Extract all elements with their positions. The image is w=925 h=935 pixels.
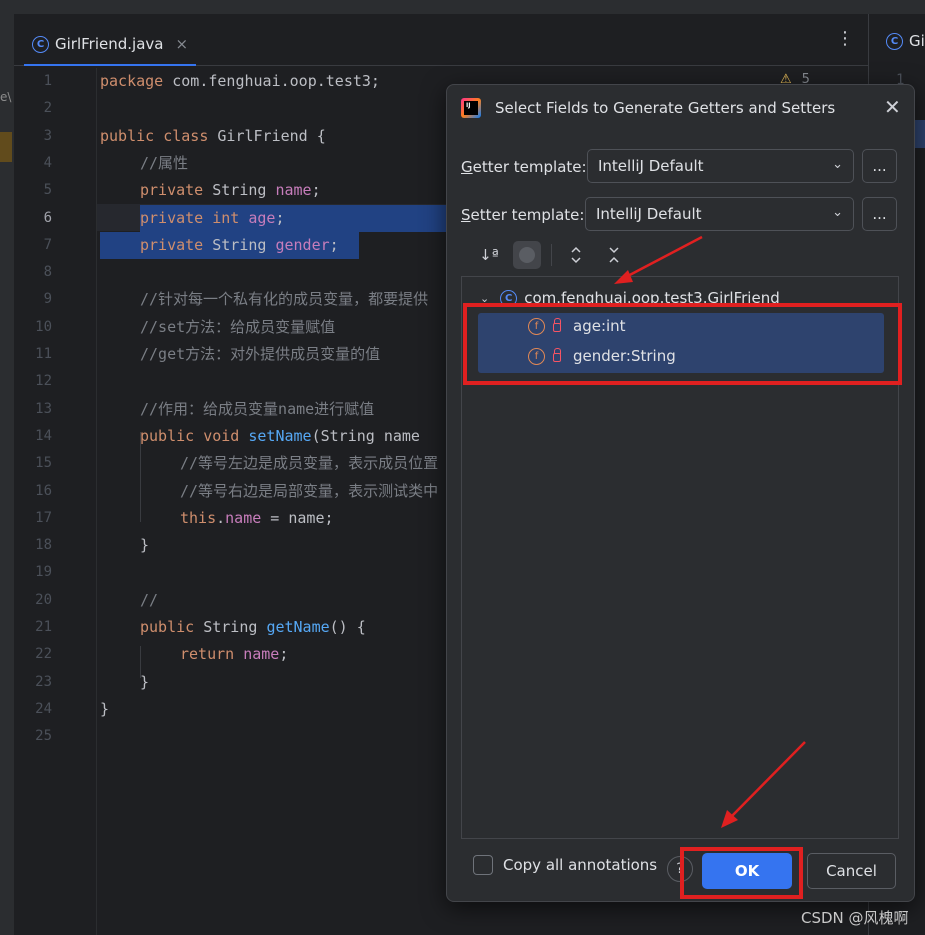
line-number: 20 bbox=[35, 591, 52, 608]
chevron-down-icon: ⌄ bbox=[832, 205, 843, 220]
tab-right-split[interactable]: C Gi bbox=[886, 32, 925, 50]
line-number: 22 bbox=[35, 646, 52, 663]
line-number: 16 bbox=[35, 482, 52, 499]
getter-template-label: Getter template: bbox=[461, 158, 587, 176]
code-line-22: return name; bbox=[180, 645, 289, 664]
tab-label: GirlFriend.java bbox=[55, 35, 164, 53]
code-line-18: } bbox=[140, 536, 150, 555]
line-number: 3 bbox=[43, 127, 52, 144]
close-tab-icon[interactable]: × bbox=[175, 35, 188, 53]
code-line-13: //作用：给成员变量name进行赋值 bbox=[140, 399, 375, 418]
line-number: 12 bbox=[35, 373, 52, 390]
setter-template-more-button[interactable]: ... bbox=[862, 197, 897, 231]
line-number: 8 bbox=[43, 264, 52, 281]
line-number: 19 bbox=[35, 564, 52, 581]
line-number: 10 bbox=[35, 318, 52, 335]
watermark: CSDN @风槐啊 bbox=[801, 909, 909, 927]
line-number: 13 bbox=[35, 400, 52, 417]
dialog-title: Select Fields to Generate Getters and Se… bbox=[495, 99, 836, 117]
getter-template-value: IntelliJ Default bbox=[598, 157, 704, 175]
line-number: 15 bbox=[35, 455, 52, 472]
line-number: 24 bbox=[35, 700, 52, 717]
circle-icon bbox=[519, 247, 535, 263]
collapse-all-icon[interactable] bbox=[600, 241, 628, 269]
window-top-strip bbox=[0, 0, 925, 14]
line-number: 11 bbox=[35, 346, 52, 362]
line-number: 9 bbox=[43, 291, 52, 308]
line-number: 2 bbox=[43, 100, 52, 117]
generate-getters-setters-dialog: IJ Select Fields to Generate Getters and… bbox=[446, 84, 915, 902]
code-line-7: private String gender; bbox=[100, 231, 359, 259]
line-number: 23 bbox=[35, 673, 52, 690]
line-number: 4 bbox=[43, 154, 52, 171]
code-line-11: //get方法：对外提供成员变量的值 bbox=[140, 345, 381, 363]
project-panel-edge: e\ bbox=[0, 14, 14, 935]
code-line-5: private String name; bbox=[140, 181, 321, 200]
code-line-4: //属性 bbox=[140, 153, 189, 172]
copy-annotations-checkbox[interactable] bbox=[473, 855, 493, 875]
line-number: 17 bbox=[35, 509, 52, 526]
gutter-divider bbox=[96, 68, 97, 935]
tab-label: Gi bbox=[909, 32, 925, 50]
code-line-3: public class GirlFriend { bbox=[100, 126, 326, 145]
annotation-box-ok bbox=[680, 847, 803, 899]
tree-toolbar: ↓ª bbox=[475, 241, 628, 269]
code-line-16: //等号右边是局部变量，表示测试类中 bbox=[180, 481, 439, 500]
code-line-17: this.name = name; bbox=[180, 508, 334, 527]
line-number: 5 bbox=[43, 182, 52, 199]
intellij-logo-icon: IJ bbox=[461, 98, 481, 118]
getter-template-combo[interactable]: IntelliJ Default ⌄ bbox=[587, 149, 854, 183]
line-number: 1 bbox=[43, 73, 52, 89]
line-number: 6 bbox=[43, 209, 52, 226]
copy-annotations-label: Copy all annotations bbox=[503, 856, 658, 874]
code-line-20: // bbox=[140, 590, 159, 609]
code-line-10: //set方法：给成员变量赋值 bbox=[140, 317, 336, 336]
code-line-6: private int age; bbox=[140, 204, 446, 232]
line-number: 7 bbox=[43, 236, 52, 253]
code-line-15: //等号左边是成员变量，表示成员位置 bbox=[180, 454, 439, 473]
line-number: 14 bbox=[35, 427, 52, 444]
getter-template-more-button[interactable]: ... bbox=[862, 149, 897, 183]
class-icon: C bbox=[32, 35, 49, 53]
editor-tab-bar: C GirlFriend.java × ⋮ bbox=[14, 14, 868, 66]
toolbar-separator bbox=[551, 244, 552, 266]
copy-annotations-row[interactable]: Copy all annotations bbox=[473, 855, 657, 875]
code-line-24: } bbox=[100, 699, 110, 718]
class-icon: C bbox=[886, 32, 903, 50]
project-path-fragment: e\ bbox=[0, 90, 12, 104]
setter-template-label: Setter template: bbox=[461, 206, 585, 224]
code-line-21: public String getName() { bbox=[140, 618, 366, 636]
code-line-14: public void setName(String name bbox=[140, 426, 420, 445]
tab-girlfriend-java[interactable]: C GirlFriend.java × bbox=[24, 24, 197, 66]
annotation-box-fields bbox=[463, 303, 902, 385]
code-line-1: package com.fenghuai.oop.test3; bbox=[100, 72, 380, 90]
show-visibility-toggle[interactable] bbox=[513, 241, 541, 269]
line-number: 18 bbox=[35, 537, 52, 554]
setter-template-combo[interactable]: IntelliJ Default ⌄ bbox=[585, 197, 854, 231]
close-icon[interactable]: ✕ bbox=[884, 97, 901, 117]
code-line-9: //针对每一个私有化的成员变量，都要提供 bbox=[140, 290, 429, 309]
dialog-title-bar: IJ Select Fields to Generate Getters and… bbox=[461, 98, 835, 118]
setter-template-value: IntelliJ Default bbox=[596, 205, 702, 223]
code-line-23: } bbox=[140, 672, 150, 691]
project-selection-marker bbox=[0, 132, 12, 162]
chevron-down-icon: ⌄ bbox=[832, 157, 843, 172]
expand-all-icon[interactable] bbox=[562, 241, 590, 269]
line-number: 21 bbox=[35, 619, 52, 635]
cancel-button[interactable]: Cancel bbox=[807, 853, 896, 889]
code-editor[interactable]: package com.fenghuai.oop.test3; public c… bbox=[100, 68, 446, 935]
line-number: 25 bbox=[35, 728, 52, 745]
sort-alphabetically-icon[interactable]: ↓ª bbox=[475, 241, 503, 269]
more-options-icon[interactable]: ⋮ bbox=[836, 30, 854, 48]
